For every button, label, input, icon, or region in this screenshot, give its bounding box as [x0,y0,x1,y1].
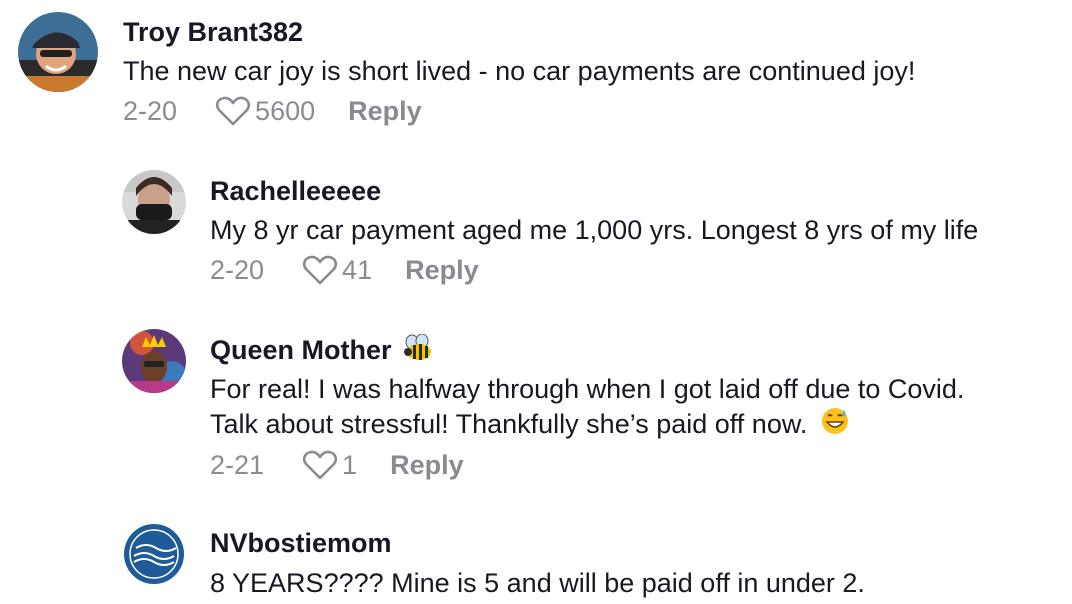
avatar[interactable] [122,329,186,393]
comment-username[interactable]: Rachelleeeee [210,175,381,207]
avatar[interactable] [122,170,186,234]
avatar[interactable] [18,12,98,92]
reply-button[interactable]: Reply [390,450,464,481]
like-count: 5600 [255,95,316,126]
avatar[interactable] [122,522,186,586]
grinning-sweat-emoji-icon [821,407,849,444]
like-button[interactable]: 5600 [215,95,315,127]
comment-text: For real! I was halfway through when I g… [210,374,965,404]
reply-button[interactable]: Reply [405,255,479,286]
user-photo-avatar-icon [122,170,186,234]
comment-date: 2-20 [123,95,178,126]
comment-username[interactable]: Troy Brant382 [123,16,303,48]
like-button[interactable]: 1 [302,449,357,481]
comment-meta: 2-21 1 Reply [210,447,464,483]
comment-text: 8 YEARS???? Mine is 5 and will be paid o… [210,568,865,598]
bee-emoji-icon [403,333,433,369]
comment-username[interactable]: Queen Mother [210,333,433,369]
comment-text: The new car joy is short lived - no car … [123,56,916,86]
like-count: 1 [342,449,358,480]
user-photo-avatar-icon [18,12,98,92]
comment-meta: 2-20 41 Reply [210,252,479,288]
comment-text: Talk about stressful! Thankfully she’s p… [210,406,849,444]
comment-username-text: Queen Mother [210,335,392,365]
heart-icon [302,255,338,285]
reply-button[interactable]: Reply [348,96,422,127]
stay-dutch-logo-avatar-icon [122,522,186,586]
comment-text-line: Talk about stressful! Thankfully she’s p… [210,409,808,439]
heart-icon [215,96,251,126]
like-button[interactable]: 41 [302,254,372,286]
comment-text: My 8 yr car payment aged me 1,000 yrs. L… [210,215,979,245]
user-photo-avatar-icon [122,329,186,393]
like-count: 41 [342,254,373,285]
comment-meta: 2-20 5600 Reply [123,93,422,129]
comment-username[interactable]: NVbostiemom [210,527,392,559]
heart-icon [302,450,338,480]
comment-date: 2-20 [210,254,265,285]
comment-date: 2-21 [210,449,265,480]
